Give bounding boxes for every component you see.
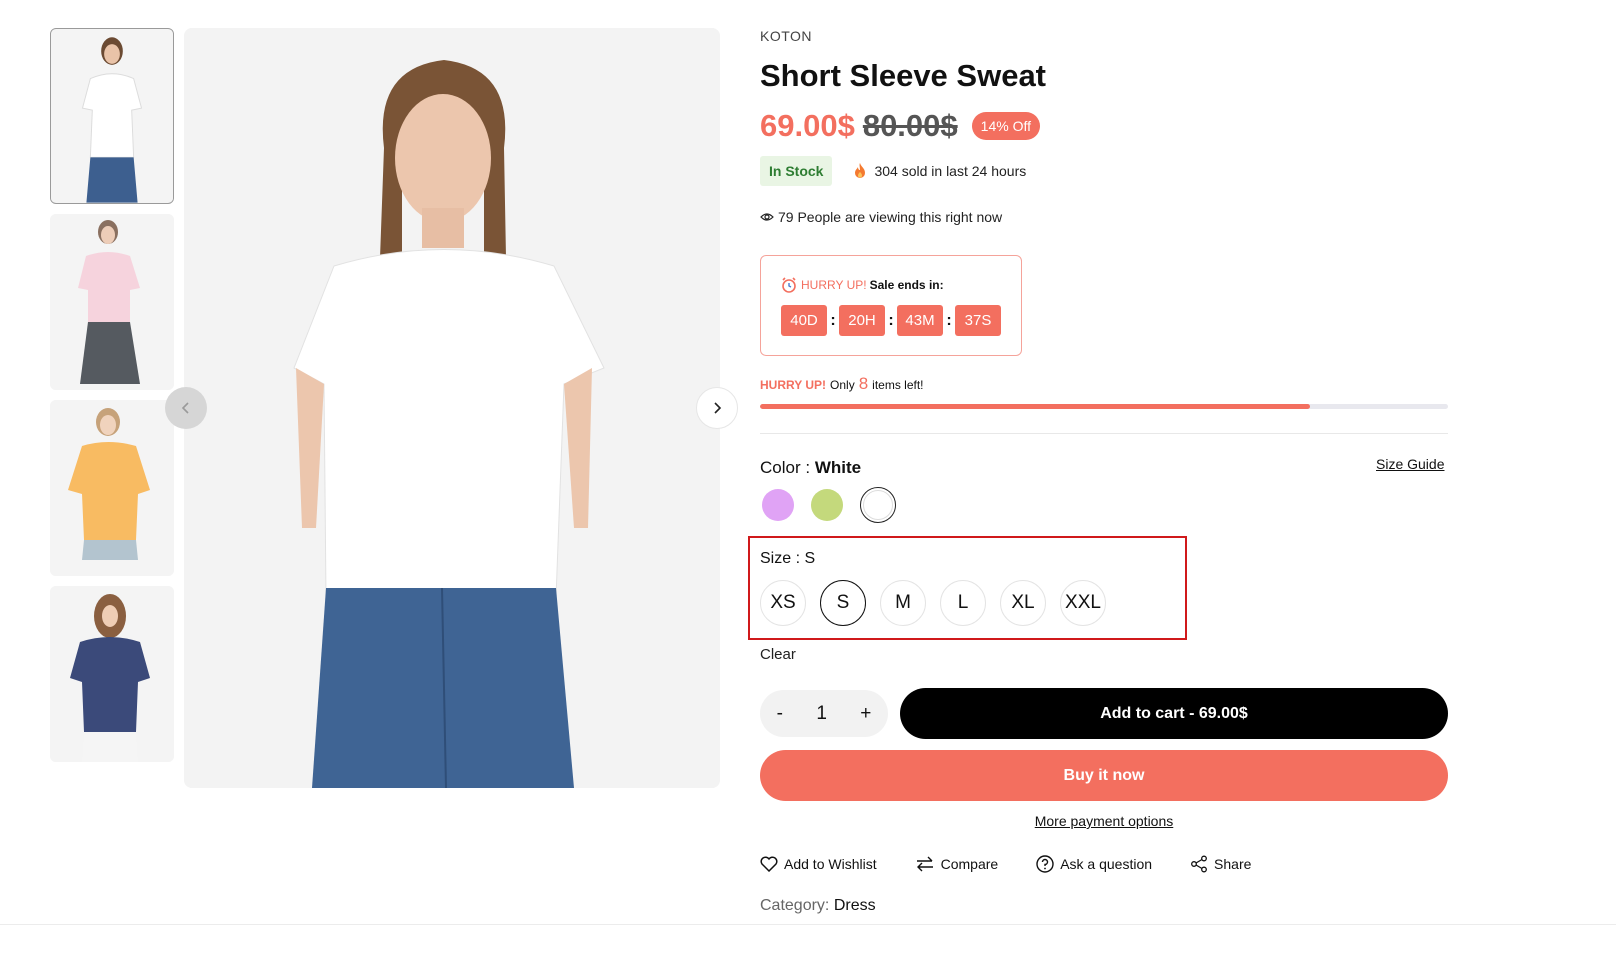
- more-payment-options: More payment options: [760, 813, 1448, 829]
- product-actions: Add to Wishlist Compare Ask a question S…: [760, 855, 1289, 873]
- heart-icon: [760, 856, 778, 872]
- countdown-separator: :: [888, 311, 894, 329]
- ask-question-button[interactable]: Ask a question: [1036, 855, 1152, 873]
- fire-icon: [855, 163, 866, 178]
- thumbnail-orange-tshirt[interactable]: [50, 400, 174, 576]
- size-option-xl[interactable]: XL: [1000, 580, 1046, 626]
- share-icon: [1191, 855, 1207, 873]
- thumbnail-white-tshirt[interactable]: [50, 28, 174, 204]
- countdown-separator: :: [946, 311, 952, 329]
- countdown-hurry: HURRY UP!: [801, 278, 867, 292]
- countdown-ends-label: Sale ends in:: [869, 278, 944, 292]
- buy-now-button[interactable]: Buy it now: [760, 750, 1448, 801]
- eye-icon: [760, 213, 774, 221]
- original-price: 80.00$: [862, 108, 958, 143]
- quantity-decrease-button[interactable]: -: [777, 703, 783, 725]
- size-label: Size : S: [760, 550, 815, 568]
- chevron-right-icon: [714, 402, 722, 414]
- countdown-seconds: 37S: [955, 305, 1001, 336]
- size-option-l[interactable]: L: [940, 580, 986, 626]
- color-label-text: Color :: [760, 458, 811, 477]
- swatch-fill: [863, 490, 893, 520]
- product-model-image: [184, 28, 720, 788]
- quantity-increase-button[interactable]: +: [860, 703, 871, 725]
- countdown-label: HURRY UP! Sale ends in:: [781, 277, 944, 293]
- size-value: S: [804, 550, 816, 567]
- price-row: 69.00$ 80.00$ 14% Off: [760, 108, 1040, 144]
- stock-only: Only: [830, 378, 855, 392]
- thumbnail-list: [50, 28, 174, 772]
- color-swatches: [762, 487, 913, 523]
- add-to-wishlist-button[interactable]: Add to Wishlist: [760, 855, 877, 873]
- clear-selection-link[interactable]: Clear: [760, 646, 796, 663]
- size-option-xs[interactable]: XS: [760, 580, 806, 626]
- discount-badge: 14% Off: [971, 112, 1040, 140]
- category-value[interactable]: Dress: [834, 897, 876, 914]
- compare-label: Compare: [940, 856, 999, 872]
- quantity-value[interactable]: 1: [816, 703, 827, 725]
- stock-progress-fill: [760, 404, 1311, 409]
- product-category: Category: Dress: [760, 897, 876, 915]
- color-value: White: [814, 458, 862, 477]
- size-option-m[interactable]: M: [880, 580, 926, 626]
- size-guide-link[interactable]: Size Guide: [1376, 456, 1444, 472]
- product-thumbnail-image: [50, 400, 174, 576]
- viewing-count: 79 People are viewing this right now: [760, 209, 1002, 225]
- size-option-xxl[interactable]: XXL: [1060, 580, 1106, 626]
- add-to-cart-button[interactable]: Add to cart - 69.00$: [900, 688, 1448, 739]
- chevron-left-icon: [181, 402, 189, 414]
- viewing-text: 79 People are viewing this right now: [778, 209, 1003, 225]
- product-thumbnail-image: [51, 29, 173, 203]
- question-icon: [1036, 855, 1054, 873]
- product-title: Short Sleeve Sweat: [760, 58, 1047, 93]
- countdown-minutes: 43M: [897, 305, 943, 336]
- stock-progress-bar: [760, 404, 1448, 409]
- countdown-timer: 40D : 20H : 43M : 37S: [781, 305, 1001, 336]
- gallery-prev-button[interactable]: [165, 387, 207, 429]
- color-swatch-white[interactable]: [860, 487, 896, 523]
- share-button[interactable]: Share: [1190, 855, 1251, 873]
- countdown-separator: :: [830, 311, 836, 329]
- countdown-hours: 20H: [839, 305, 885, 336]
- color-label: Color : White: [760, 458, 861, 478]
- stock-suffix: items left!: [872, 378, 924, 392]
- main-product-image: [184, 28, 720, 788]
- sold-text: 304 sold in last 24 hours: [874, 163, 1027, 179]
- thumbnail-pink-tshirt[interactable]: [50, 214, 174, 390]
- product-thumbnail-image: [50, 586, 174, 762]
- sale-countdown: HURRY UP! Sale ends in: 40D : 20H : 43M …: [760, 255, 1022, 356]
- color-swatch-green[interactable]: [811, 489, 843, 521]
- quantity-stepper: - 1 +: [760, 690, 888, 737]
- alarm-clock-icon: [782, 277, 796, 293]
- stock-row: In Stock 304 sold in last 24 hours: [760, 156, 1026, 186]
- size-options: XS S M L XL XXL: [760, 580, 1120, 626]
- product-thumbnail-image: [50, 214, 174, 390]
- brand-name: KOTON: [760, 28, 813, 44]
- compare-icon: [916, 856, 933, 872]
- sold-count: 304 sold in last 24 hours: [852, 162, 1026, 180]
- size-label-text: Size :: [760, 550, 801, 567]
- thumbnail-navy-tshirt[interactable]: [50, 586, 174, 762]
- countdown-days: 40D: [781, 305, 827, 336]
- size-option-s[interactable]: S: [820, 580, 866, 626]
- compare-button[interactable]: Compare: [915, 855, 999, 873]
- wishlist-label: Add to Wishlist: [784, 856, 877, 872]
- stock-alert: HURRY UP! Only 8 items left!: [760, 374, 924, 394]
- share-label: Share: [1214, 856, 1252, 872]
- sale-price: 69.00$: [760, 108, 855, 143]
- category-label: Category:: [760, 897, 830, 914]
- more-payment-link[interactable]: More payment options: [1035, 813, 1174, 829]
- divider: [760, 433, 1448, 434]
- ask-label: Ask a question: [1060, 856, 1153, 872]
- stock-count: 8: [858, 374, 869, 393]
- color-swatch-purple[interactable]: [762, 489, 794, 521]
- stock-hurry: HURRY UP!: [760, 378, 827, 392]
- stock-status-badge: In Stock: [760, 156, 833, 186]
- footer-divider: [0, 924, 1616, 925]
- gallery-next-button[interactable]: [696, 387, 738, 429]
